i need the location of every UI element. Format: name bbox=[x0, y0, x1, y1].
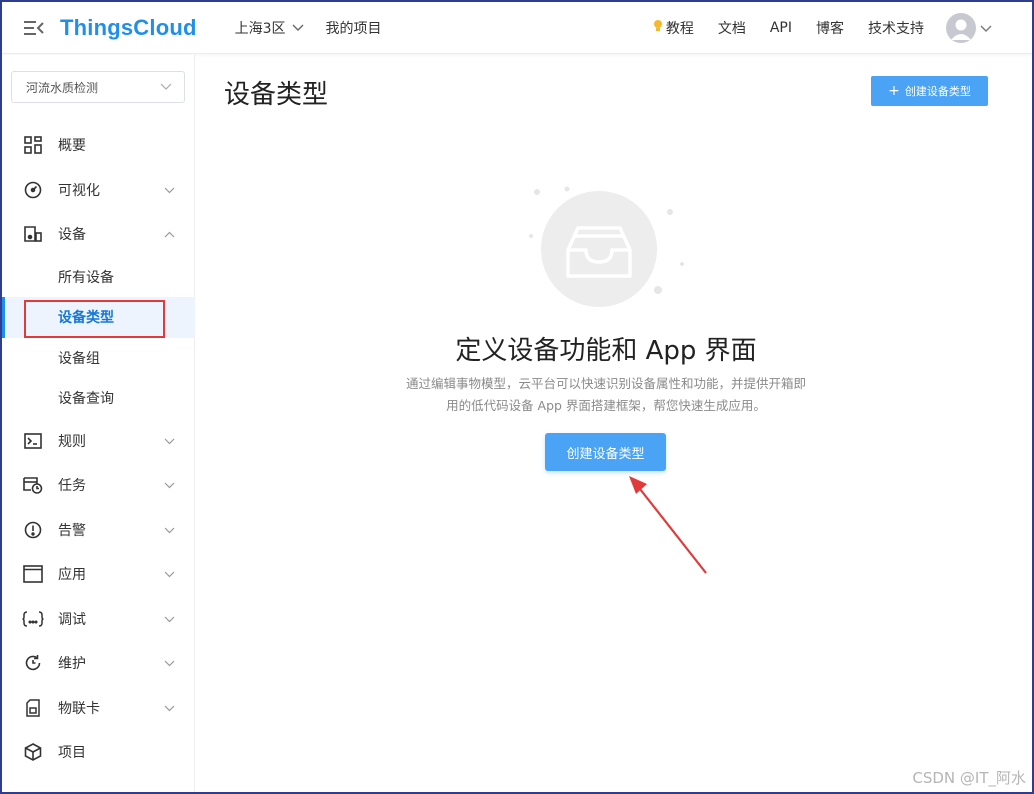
window-icon bbox=[22, 563, 44, 585]
project-select-value: 河流水质检测 bbox=[26, 80, 99, 95]
sidebar-item-label: 任务 bbox=[58, 478, 86, 495]
empty-state-desc-line: 用的低代码设备 App 界面搭建框架，帮您快速生成应用。 bbox=[446, 398, 766, 413]
sidebar: 河流水质检测 概要 可视化 设备 所有设备 设备类型 设备组 设备查询 规则 任… bbox=[2, 55, 195, 792]
sidebar-item-debug[interactable]: 调试 bbox=[2, 597, 195, 642]
sidebar-item-device-query[interactable]: 设备查询 bbox=[2, 378, 195, 419]
chevron-down-icon bbox=[160, 80, 172, 94]
region-label: 上海3区 bbox=[234, 20, 286, 37]
chevron-down-icon bbox=[164, 433, 175, 449]
nav-docs[interactable]: 文档 bbox=[718, 18, 746, 38]
empty-state-title: 定义设备功能和 App 界面 bbox=[455, 336, 757, 366]
sidebar-item-apps[interactable]: 应用 bbox=[2, 552, 195, 597]
menu-collapse-icon[interactable] bbox=[18, 16, 50, 40]
sidebar-item-devices[interactable]: 设备 bbox=[2, 212, 195, 257]
sidebar-item-label: 调试 bbox=[58, 611, 86, 628]
sidebar-item-all-devices[interactable]: 所有设备 bbox=[2, 257, 195, 298]
dashboard-icon bbox=[22, 179, 44, 201]
nav-support[interactable]: 技术支持 bbox=[868, 18, 924, 38]
chevron-down-icon bbox=[292, 20, 304, 36]
sidebar-item-overview[interactable]: 概要 bbox=[2, 123, 195, 168]
nav-tutorial-label: 教程 bbox=[665, 20, 694, 37]
sidebar-item-rules[interactable]: 规则 bbox=[2, 419, 195, 464]
sidebar-item-label: 应用 bbox=[58, 567, 86, 584]
top-nav: 教程 文档 API 博客 技术支持 bbox=[653, 18, 924, 38]
create-device-type-button-top[interactable]: + 创建设备类型 bbox=[871, 76, 988, 106]
watermark: CSDN @IT_阿水 bbox=[912, 769, 1026, 787]
sidebar-item-iot-card[interactable]: 物联卡 bbox=[2, 686, 195, 731]
create-button-label: 创建设备类型 bbox=[904, 85, 971, 98]
device-submenu: 所有设备 设备类型 设备组 设备查询 bbox=[2, 257, 195, 419]
sidebar-item-label: 维护 bbox=[58, 656, 86, 673]
annotation-arrow bbox=[629, 476, 707, 574]
empty-state-description: 通过编辑事物模型，云平台可以快速识别设备属性和功能，并提供开箱即 用的低代码设备… bbox=[386, 373, 826, 417]
chevron-down-icon bbox=[164, 522, 175, 538]
sidebar-item-visualization[interactable]: 可视化 bbox=[2, 168, 195, 213]
chevron-down-icon bbox=[164, 566, 175, 582]
region-select[interactable]: 上海3区 bbox=[235, 18, 304, 38]
sidebar-item-device-types[interactable]: 设备类型 bbox=[2, 297, 195, 338]
sidebar-item-label: 项目 bbox=[58, 745, 86, 762]
device-icon bbox=[22, 223, 44, 245]
sidebar-item-label: 物联卡 bbox=[58, 700, 100, 717]
bulb-icon bbox=[653, 19, 663, 37]
task-clock-icon bbox=[22, 474, 44, 496]
chevron-down-icon bbox=[164, 611, 175, 627]
sidebar-item-alerts[interactable]: 告警 bbox=[2, 508, 195, 553]
sidebar-item-tasks[interactable]: 任务 bbox=[2, 463, 195, 508]
chevron-down-icon bbox=[164, 655, 175, 671]
sidebar-item-device-groups[interactable]: 设备组 bbox=[2, 338, 195, 379]
chevron-down-icon bbox=[164, 182, 175, 198]
nav-api[interactable]: API bbox=[770, 20, 792, 36]
sidebar-item-label: 设备 bbox=[58, 227, 86, 244]
nav-blog[interactable]: 博客 bbox=[816, 18, 844, 38]
sidebar-item-label: 可视化 bbox=[58, 182, 100, 199]
sidebar-item-label: 概要 bbox=[58, 138, 86, 155]
braces-icon bbox=[22, 608, 44, 630]
sim-card-icon bbox=[22, 697, 44, 719]
avatar bbox=[946, 12, 976, 43]
alert-icon bbox=[22, 519, 44, 541]
nav-tutorial[interactable]: 教程 bbox=[653, 18, 694, 38]
top-bar: ThingsCloud 上海3区 我的项目 教程 文档 API 博客 技术支持 bbox=[2, 2, 1032, 54]
page-title: 设备类型 bbox=[224, 80, 329, 110]
chevron-down-icon bbox=[980, 18, 992, 37]
sidebar-item-maintenance[interactable]: 维护 bbox=[2, 641, 195, 686]
sidebar-item-label: 规则 bbox=[58, 433, 86, 450]
plus-icon: + bbox=[888, 83, 900, 99]
refresh-icon bbox=[22, 652, 44, 674]
empty-inbox-illustration bbox=[520, 180, 690, 310]
sidebar-menu: 概要 可视化 设备 所有设备 设备类型 设备组 设备查询 规则 任务 告警 应用… bbox=[2, 123, 195, 775]
project-select[interactable]: 河流水质检测 bbox=[11, 71, 185, 103]
chevron-down-icon bbox=[164, 700, 175, 716]
create-device-type-button[interactable]: 创建设备类型 bbox=[545, 433, 666, 471]
logo[interactable]: ThingsCloud bbox=[60, 15, 197, 41]
sidebar-item-label: 告警 bbox=[58, 522, 86, 539]
chevron-down-icon bbox=[164, 477, 175, 493]
empty-state-desc-line: 通过编辑事物模型，云平台可以快速识别设备属性和功能，并提供开箱即 bbox=[405, 376, 806, 391]
user-menu[interactable] bbox=[946, 12, 992, 43]
chevron-up-icon bbox=[164, 226, 175, 242]
sidebar-item-project[interactable]: 项目 bbox=[2, 730, 195, 775]
grid-icon bbox=[22, 134, 44, 156]
terminal-icon bbox=[22, 430, 44, 452]
cube-icon bbox=[22, 741, 44, 763]
my-projects-link[interactable]: 我的项目 bbox=[326, 18, 382, 38]
